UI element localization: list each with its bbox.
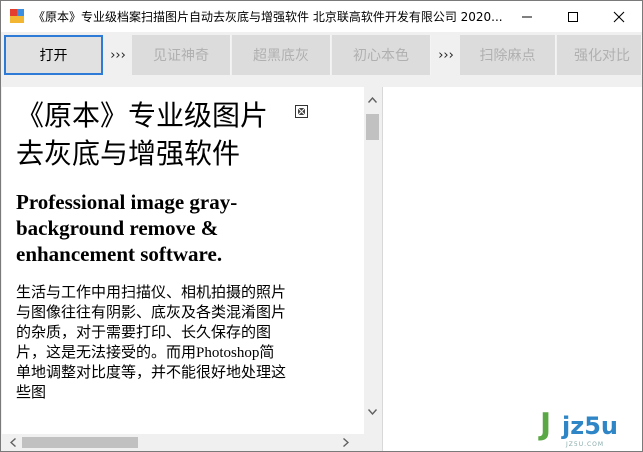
open-button[interactable]: 打开 xyxy=(4,35,103,75)
window-title: 《原本》专业级档案扫描图片自动去灰底与增强软件 北京联高软件开发有限公司 202… xyxy=(33,10,503,24)
app-icon[interactable] xyxy=(10,9,24,23)
toolbar-separator-arrows: ››› xyxy=(104,35,132,75)
maximize-icon xyxy=(568,11,578,22)
app-window: 《原本》专业级档案扫描图片自动去灰底与增强软件 北京联高软件开发有限公司 202… xyxy=(0,0,643,452)
description-content: 《原本》专业级图片去灰底与增强软件 Professional image gra… xyxy=(16,97,286,403)
minimize-button[interactable] xyxy=(504,1,550,32)
title-bar: 《原本》专业级档案扫描图片自动去灰底与增强软件 北京联高软件开发有限公司 202… xyxy=(1,1,642,32)
scroll-left-arrow[interactable] xyxy=(4,434,21,451)
watermark-letter-j: J xyxy=(540,407,552,442)
description-subtitle: Professional image gray-background remov… xyxy=(16,190,238,266)
horizontal-scroll-thumb[interactable] xyxy=(22,437,138,448)
broken-image-icon xyxy=(295,105,308,118)
description-panel: 《原本》专业级图片去灰底与增强软件 Professional image gra… xyxy=(2,87,364,434)
image-preview-panel[interactable] xyxy=(382,87,642,451)
toolbar: 打开 ››› 见证神奇 超黑底灰 初心本色 ››› 扫除麻点 强化对比 xyxy=(1,33,642,77)
enhance-contrast-button[interactable]: 强化对比 xyxy=(557,35,642,75)
scroll-up-arrow[interactable] xyxy=(364,91,381,108)
close-button[interactable] xyxy=(596,1,642,32)
remove-spots-button[interactable]: 扫除麻点 xyxy=(460,35,556,75)
super-black-gray-button[interactable]: 超黑底灰 xyxy=(232,35,331,75)
minimize-icon xyxy=(522,16,532,17)
toolbar-separator-arrows-2: ››› xyxy=(432,35,460,75)
scroll-down-arrow[interactable] xyxy=(364,403,381,420)
site-watermark-logo: J jz5u JZ5U.COM xyxy=(538,409,638,451)
watermark-text: jz5u xyxy=(562,412,618,440)
original-color-button[interactable]: 初心本色 xyxy=(332,35,431,75)
watermark-subtext: JZ5U.COM xyxy=(566,441,605,448)
maximize-button[interactable] xyxy=(550,1,596,32)
horizontal-scrollbar[interactable] xyxy=(2,434,364,451)
scroll-right-arrow[interactable] xyxy=(337,434,354,451)
vertical-scrollbar[interactable] xyxy=(364,87,381,434)
close-icon xyxy=(613,11,625,22)
description-body: 生活与工作中用扫描仪、相机拍摄的照片与图像往往有阴影、底灰及各类混淆图片的杂质，… xyxy=(16,285,287,401)
witness-magic-button[interactable]: 见证神奇 xyxy=(132,35,231,75)
vertical-scroll-thumb[interactable] xyxy=(366,114,379,140)
description-title: 《原本》专业级图片去灰底与增强软件 xyxy=(16,99,269,170)
scrollbar-corner xyxy=(364,434,381,451)
